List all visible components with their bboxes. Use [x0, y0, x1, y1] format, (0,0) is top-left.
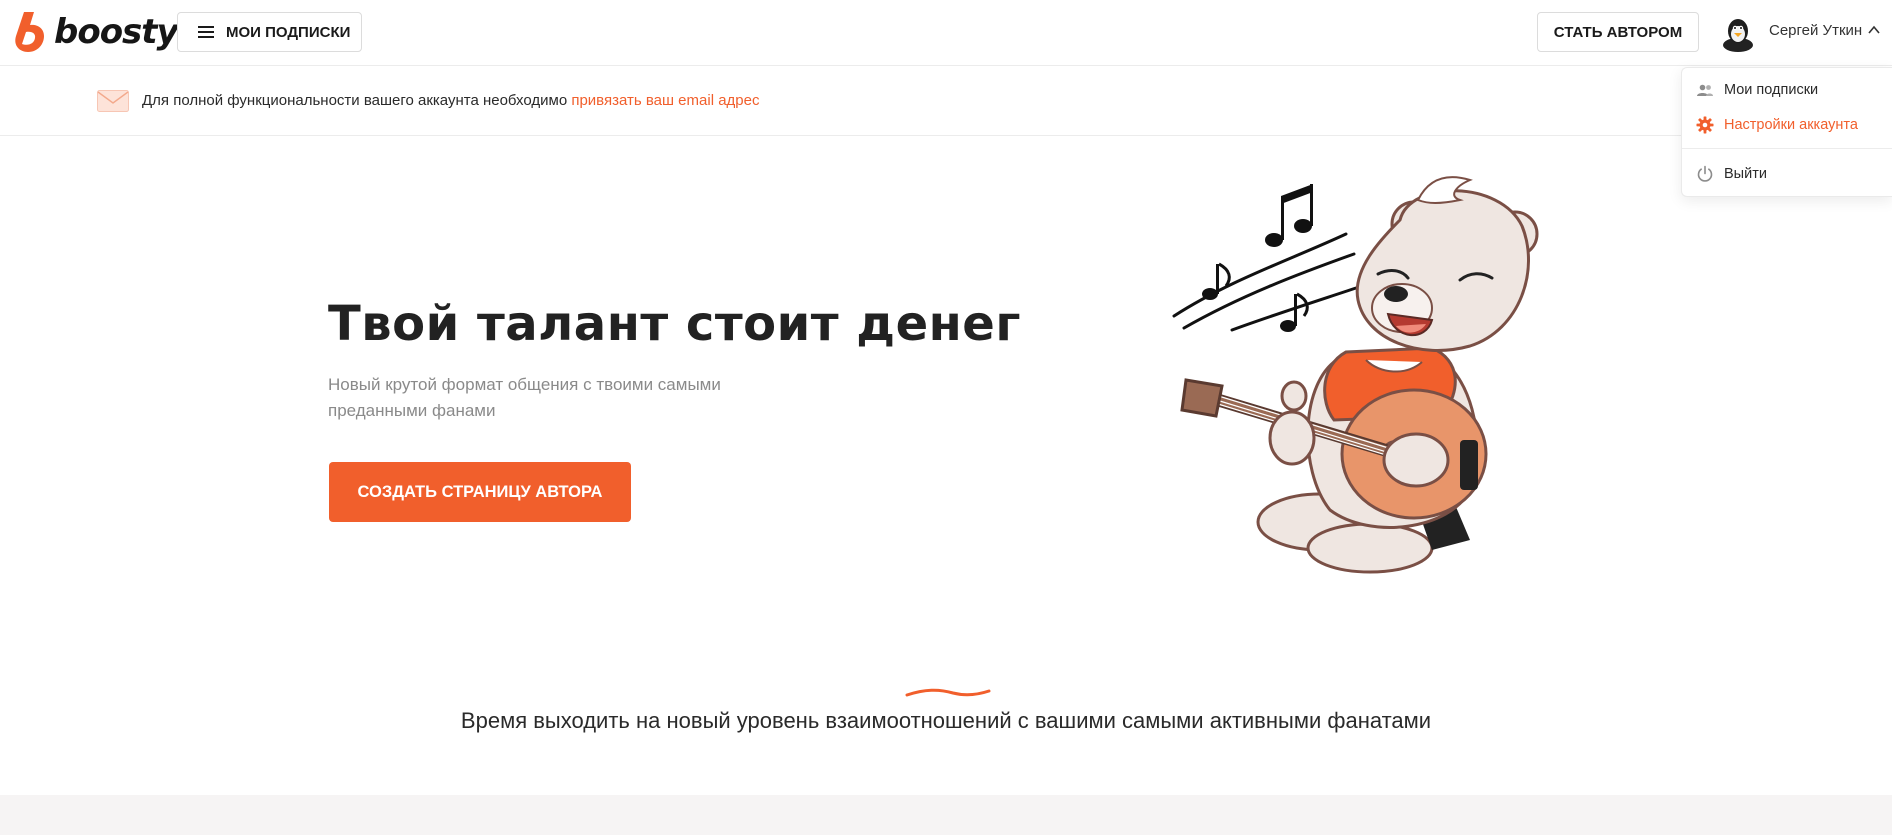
menu-item-label: Настройки аккаунта	[1724, 117, 1858, 133]
power-icon	[1697, 165, 1713, 182]
bind-email-link[interactable]: привязать ваш email адрес	[571, 92, 759, 109]
become-author-button[interactable]: СТАТЬ АВТОРОМ	[1537, 12, 1699, 52]
boosty-logo-icon	[15, 12, 45, 52]
footer-section	[0, 795, 1892, 835]
hero-subtitle: Новый крутой формат общения с твоими сам…	[328, 375, 721, 420]
people-icon	[1697, 84, 1713, 96]
user-dropdown-menu: Мои подписки Настройки аккаунта Выйти	[1681, 67, 1892, 197]
tagline: Время выходить на новый уровень взаимоот…	[460, 708, 1432, 733]
menu-item-label: Мои подписки	[1724, 82, 1819, 98]
my-subscriptions-label: МОИ ПОДПИСКИ	[226, 23, 351, 41]
menu-divider	[1682, 148, 1892, 149]
email-notice-text: Для полной функциональности вашего аккау…	[142, 92, 759, 109]
envelope-icon	[97, 90, 129, 112]
my-subscriptions-button[interactable]: МОИ ПОДПИСКИ	[177, 12, 362, 52]
bear-guitar-illustration	[1172, 176, 1539, 574]
menu-item-account-settings[interactable]: Настройки аккаунта	[1696, 113, 1858, 137]
hero-title: Твой талант стоит денег	[328, 296, 1021, 352]
user-name[interactable]: Сергей Уткин	[1769, 22, 1862, 39]
gear-icon	[1696, 116, 1714, 134]
top-navigation-bar: boosty МОИ ПОДПИСКИ СТАТЬ АВТОРОМ Сергей…	[0, 0, 1892, 66]
boosty-logo-text: boosty	[54, 12, 179, 52]
boosty-logo[interactable]: boosty	[10, 10, 179, 54]
menu-item-my-subscriptions[interactable]: Мои подписки	[1696, 78, 1818, 102]
email-notice-message: Для полной функциональности вашего аккау…	[142, 92, 572, 109]
menu-item-logout[interactable]: Выйти	[1696, 162, 1767, 186]
menu-item-label: Выйти	[1724, 166, 1767, 182]
menu-icon	[198, 26, 214, 38]
create-author-page-button[interactable]: СОЗДАТЬ СТРАНИЦУ АВТОРА	[329, 462, 631, 522]
chevron-up-icon[interactable]	[1868, 24, 1880, 36]
user-avatar[interactable]	[1720, 14, 1756, 52]
decorative-squiggle	[905, 688, 991, 697]
